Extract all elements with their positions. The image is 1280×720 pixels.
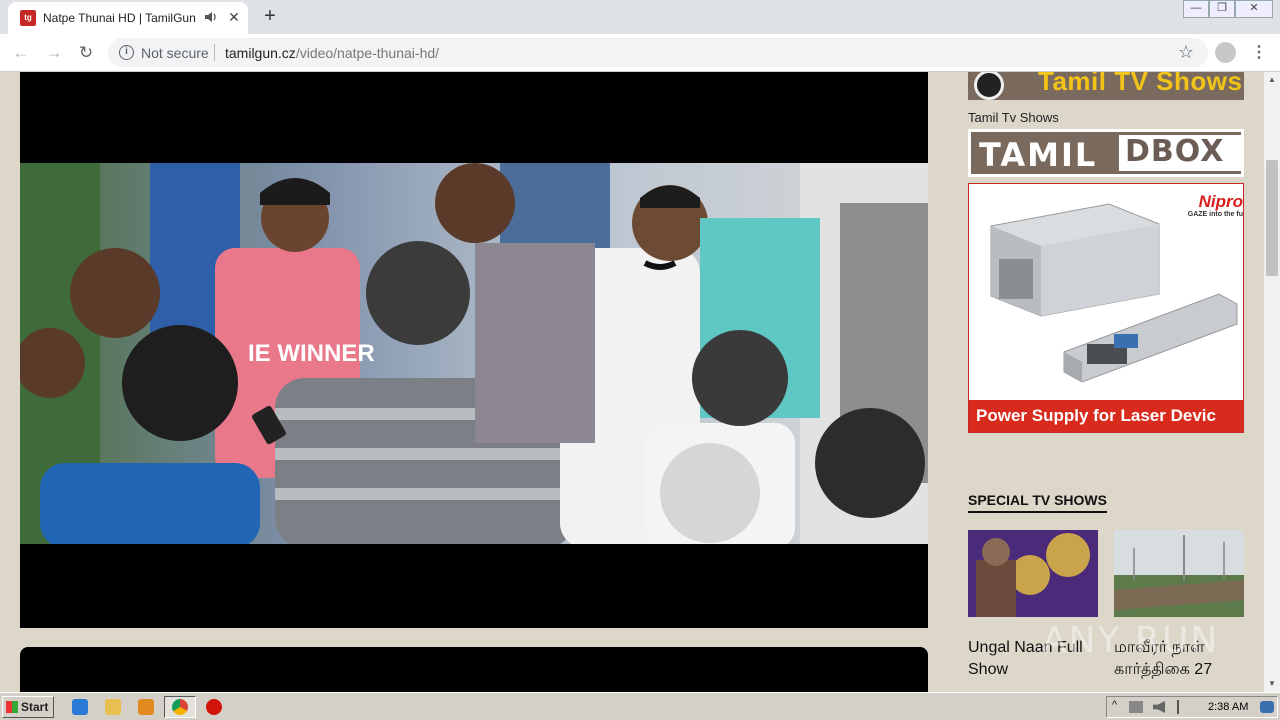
start-label: Start (21, 700, 49, 714)
dbox-text: DBOX (1125, 134, 1225, 169)
menu-dots-icon[interactable]: ⋮ (1251, 42, 1267, 64)
advertisement-power-supply[interactable]: Nipro GAZE into the fu Power Supply for … (968, 183, 1244, 433)
folder-icon[interactable] (105, 699, 121, 715)
opera-icon[interactable] (206, 699, 222, 715)
special-tv-shows-heading: SPECIAL TV SHOWS (968, 492, 1107, 513)
page-scrollbar[interactable]: ▲ ▼ (1264, 72, 1280, 692)
tamil-dbox-banner[interactable]: TAMIL DBOX (968, 129, 1244, 177)
tab-strip: tg Natpe Thunai HD | TamilGun ✕ + — ❐ ✕ (0, 0, 1280, 34)
new-tab-button[interactable]: + (258, 4, 282, 28)
power-supply-units-image (990, 203, 1238, 383)
video-still-crowd: IE WINNER (20, 163, 928, 544)
tamil-tv-shows-banner[interactable]: Tamil TV Shows (968, 72, 1244, 100)
system-tray: ^ (1106, 696, 1278, 718)
browser-toolbar: ← → ↻ i Not secure tamilgun.cz/video/nat… (0, 34, 1280, 72)
bookmark-star-icon[interactable]: ☆ (1178, 42, 1194, 63)
volume-icon[interactable] (1153, 701, 1165, 713)
profile-avatar-icon[interactable] (1215, 42, 1236, 63)
url-text[interactable]: tamilgun.cz/video/natpe-thunai-hd/ (225, 45, 439, 61)
url-host: tamilgun.cz (225, 45, 296, 61)
tab-title: Natpe Thunai HD | TamilGun (43, 11, 196, 25)
internet-explorer-icon[interactable] (72, 699, 88, 715)
show-thumbnail-maaveerar-naal[interactable] (1114, 530, 1244, 617)
film-reel-icon (974, 72, 1004, 100)
minimize-button[interactable]: — (1183, 0, 1209, 18)
ad-bottom-bar: Power Supply for Laser Devic (969, 400, 1243, 432)
maaveerar-naal-thumbnail-image (1114, 530, 1244, 617)
dbox-right-panel: DBOX (1119, 134, 1241, 171)
web-page: IE WINNER Tamil TV Shows Tamil Tv Shows … (0, 72, 1264, 692)
tab-natpe-thunai[interactable]: tg Natpe Thunai HD | TamilGun ✕ (8, 2, 248, 34)
info-icon[interactable]: i (119, 45, 134, 60)
svg-text:IE WINNER: IE WINNER (248, 340, 375, 367)
url-path: /video/natpe-thunai-hd/ (295, 45, 440, 61)
chrome-icon (172, 699, 188, 715)
start-button[interactable]: Start (2, 696, 54, 718)
network-icon[interactable] (1129, 701, 1143, 713)
omnibox-divider (214, 44, 215, 61)
video-player[interactable]: IE WINNER (20, 72, 928, 628)
scroll-up-arrow-icon[interactable]: ▲ (1264, 72, 1280, 88)
ungal-naan-thumbnail-image (968, 530, 1098, 617)
show-thumbnail-ungal-naan[interactable] (968, 530, 1098, 617)
reload-icon[interactable]: ↻ (75, 42, 97, 64)
ad-bottom-text: Power Supply for Laser Devic (976, 406, 1216, 425)
anyrun-watermark: ANY RUN (1042, 620, 1220, 661)
scroll-down-arrow-icon[interactable]: ▼ (1264, 676, 1280, 692)
forward-arrow-icon[interactable]: → (43, 42, 65, 64)
media-player-icon[interactable] (138, 699, 154, 715)
tamil-tv-shows-caption[interactable]: Tamil Tv Shows (968, 110, 1059, 125)
flag-icon[interactable] (1177, 700, 1187, 714)
speaker-icon[interactable] (204, 10, 220, 26)
back-arrow-icon[interactable]: ← (10, 42, 32, 64)
chrome-taskbar-button[interactable] (164, 696, 196, 718)
show-desktop-icon[interactable] (1260, 701, 1274, 713)
scroll-thumb[interactable] (1266, 160, 1278, 276)
tamil-tv-shows-banner-text: Tamil TV Shows (1038, 72, 1243, 96)
second-video-player[interactable] (20, 647, 928, 692)
tray-expand-icon[interactable]: ^ (1112, 699, 1117, 711)
restore-button[interactable]: ❐ (1209, 0, 1235, 18)
security-label[interactable]: Not secure (141, 45, 209, 61)
windows-logo-icon (6, 701, 18, 713)
windows-taskbar: Start ^ 2:38 AM (0, 692, 1280, 720)
address-bar[interactable]: i Not secure tamilgun.cz/video/natpe-thu… (108, 38, 1208, 67)
taskbar-clock[interactable]: 2:38 AM (1208, 701, 1248, 713)
dbox-tamil-text: TAMIL (979, 136, 1098, 174)
tab-close-icon[interactable]: ✕ (226, 9, 242, 25)
close-window-button[interactable]: ✕ (1235, 0, 1273, 18)
video-frame[interactable]: IE WINNER (20, 163, 928, 544)
tamilgun-favicon-icon: tg (20, 10, 36, 26)
